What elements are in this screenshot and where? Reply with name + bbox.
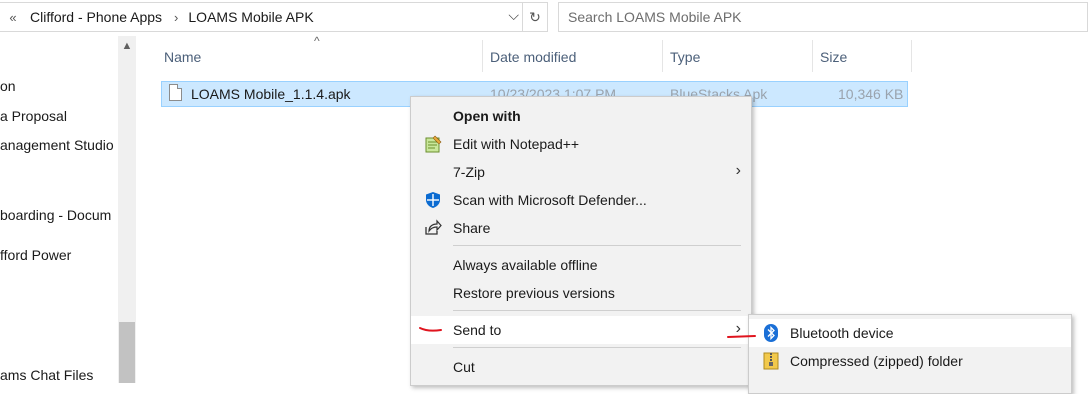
- menu-item-share[interactable]: Share: [411, 214, 751, 242]
- file-name[interactable]: LOAMS Mobile_1.1.4.apk: [191, 86, 351, 102]
- bluetooth-icon: [763, 324, 779, 342]
- nav-scrollbar[interactable]: ▲: [118, 36, 136, 383]
- nav-item[interactable]: boarding - Docum: [0, 207, 111, 223]
- defender-shield-icon: [424, 191, 442, 209]
- menu-separator: [453, 245, 741, 246]
- nav-item[interactable]: on: [0, 78, 16, 94]
- column-divider[interactable]: [662, 40, 663, 72]
- address-bar[interactable]: « Clifford - Phone Apps › LOAMS Mobile A…: [0, 2, 548, 32]
- menu-item-edit-with-notepad-plus-plus[interactable]: Edit with Notepad++: [411, 130, 751, 158]
- file-size: 10,346 KB: [838, 86, 904, 102]
- column-header-size[interactable]: Size: [814, 46, 910, 68]
- column-divider[interactable]: [812, 40, 813, 72]
- menu-item-label: Restore previous versions: [453, 285, 615, 301]
- column-header-date-modified[interactable]: Date modified: [484, 46, 662, 68]
- nav-item[interactable]: ams Chat Files: [0, 367, 93, 383]
- scrollbar-thumb[interactable]: [119, 322, 135, 383]
- red-annotation-mark: [727, 335, 756, 338]
- menu-item-7-zip[interactable]: 7-Zip ›: [411, 158, 751, 186]
- file-icon: [169, 84, 182, 101]
- submenu-item-bluetooth-device[interactable]: Bluetooth device: [749, 319, 1071, 347]
- column-divider[interactable]: [482, 40, 483, 72]
- send-to-submenu: Bluetooth device Compressed (zipped) fol…: [748, 314, 1072, 394]
- submenu-item-compressed-zipped-folder[interactable]: Compressed (zipped) folder: [749, 347, 1071, 375]
- submenu-item-label: Compressed (zipped) folder: [790, 353, 963, 369]
- breadcrumb-separator-icon[interactable]: ›: [168, 10, 184, 25]
- menu-item-label: Share: [453, 220, 491, 236]
- menu-item-cut[interactable]: Cut: [411, 353, 751, 381]
- menu-item-open-with[interactable]: Open with: [411, 102, 751, 130]
- menu-separator: [453, 347, 741, 348]
- share-icon: [424, 219, 442, 237]
- menu-item-label: Scan with Microsoft Defender...: [453, 192, 647, 208]
- scroll-up-icon[interactable]: ▲: [118, 40, 136, 52]
- menu-item-scan-with-defender[interactable]: Scan with Microsoft Defender...: [411, 186, 751, 214]
- menu-item-label: Edit with Notepad++: [453, 136, 580, 152]
- overflow-chevron-icon[interactable]: «: [0, 10, 26, 25]
- context-menu: Open with Edit with Notepad++ 7-Zip › Sc…: [410, 96, 752, 386]
- menu-item-label: 7-Zip: [453, 164, 485, 180]
- nav-item[interactable]: fford Power: [0, 247, 71, 263]
- zip-folder-icon: [763, 352, 779, 370]
- menu-item-label: Cut: [453, 359, 475, 375]
- search-input[interactable]: Search LOAMS Mobile APK: [558, 2, 1088, 32]
- breadcrumb-clifford-phone-apps[interactable]: Clifford - Phone Apps: [26, 9, 168, 25]
- navigation-pane: on a Proposal anagement Studio boarding …: [0, 36, 118, 383]
- menu-item-label: Open with: [453, 108, 521, 124]
- menu-item-label: Always available offline: [453, 257, 598, 273]
- submenu-item-label: Bluetooth device: [790, 325, 894, 341]
- column-header-type[interactable]: Type: [664, 46, 812, 68]
- address-dropdown-icon[interactable]: ⌵: [508, 7, 519, 24]
- submenu-arrow-icon: ›: [735, 162, 741, 179]
- menu-item-send-to[interactable]: Send to ›: [411, 316, 751, 344]
- nav-item[interactable]: anagement Studio: [0, 137, 114, 153]
- notepad-plus-plus-icon: [424, 135, 442, 153]
- red-annotation-mark: [419, 327, 442, 332]
- menu-item-restore-previous-versions[interactable]: Restore previous versions: [411, 279, 751, 307]
- column-divider[interactable]: [911, 40, 912, 72]
- search-placeholder: Search LOAMS Mobile APK: [568, 9, 742, 25]
- menu-separator: [453, 310, 741, 311]
- menu-item-always-available-offline[interactable]: Always available offline: [411, 251, 751, 279]
- nav-item[interactable]: a Proposal: [0, 108, 67, 124]
- column-header-name[interactable]: Name: [158, 46, 482, 68]
- menu-item-label: Send to: [453, 322, 502, 338]
- refresh-icon[interactable]: ↻: [522, 3, 547, 31]
- breadcrumb-loams-mobile-apk[interactable]: LOAMS Mobile APK: [184, 9, 319, 25]
